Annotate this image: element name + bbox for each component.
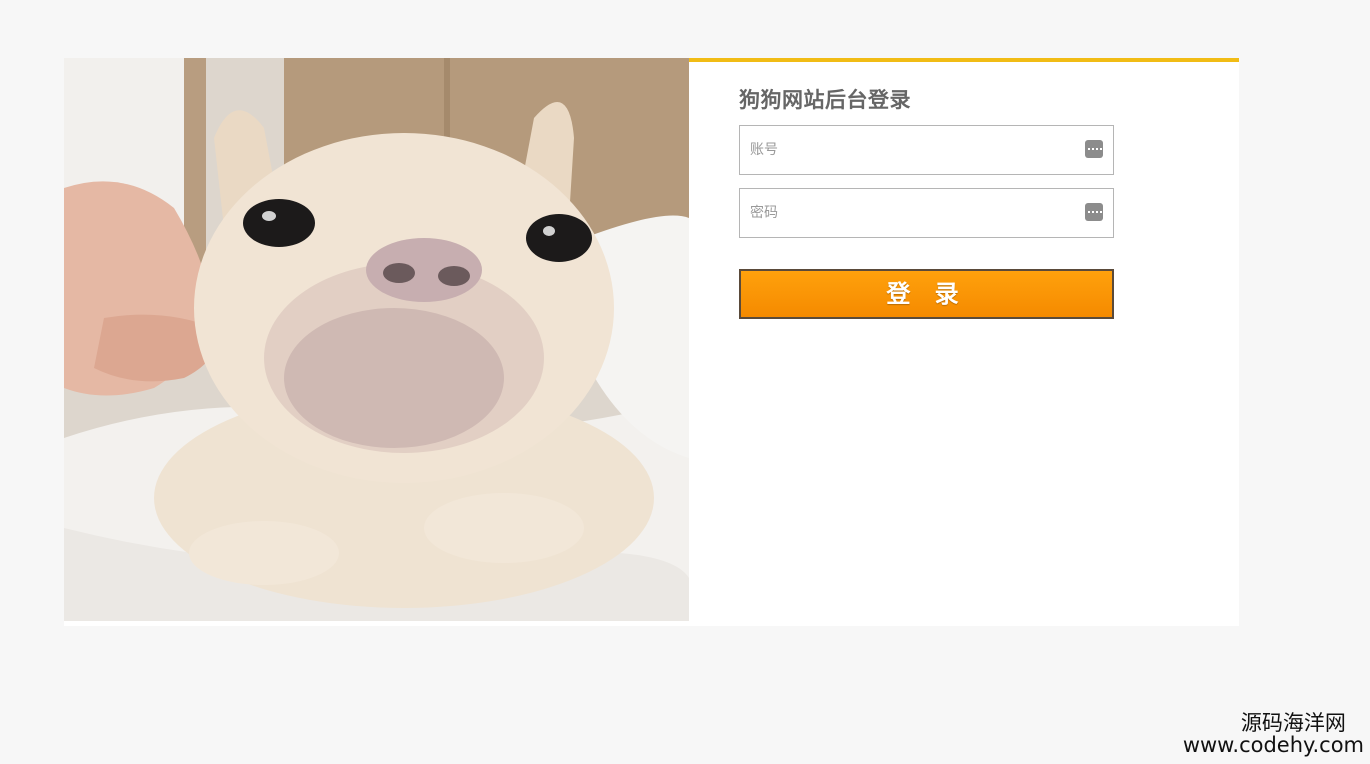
watermark: 源码海洋网 www.codehy.com: [1183, 712, 1364, 756]
username-field[interactable]: [739, 125, 1114, 175]
password-field[interactable]: [739, 188, 1114, 238]
password-input[interactable]: [748, 189, 1072, 237]
login-card: 狗狗网站后台登录 登 录: [64, 58, 1239, 626]
login-panel: 狗狗网站后台登录 登 录: [689, 58, 1239, 626]
autofill-dots-icon[interactable]: [1085, 203, 1103, 221]
login-button[interactable]: 登 录: [739, 269, 1114, 319]
page-title: 狗狗网站后台登录: [739, 88, 911, 112]
dog-photo: [64, 58, 689, 621]
watermark-name: 源码海洋网: [1240, 711, 1346, 735]
username-input[interactable]: [748, 126, 1072, 174]
bulldog-illustration: [64, 58, 689, 621]
autofill-dots-icon[interactable]: [1085, 140, 1103, 158]
watermark-url: www.codehy.com: [1182, 733, 1364, 757]
